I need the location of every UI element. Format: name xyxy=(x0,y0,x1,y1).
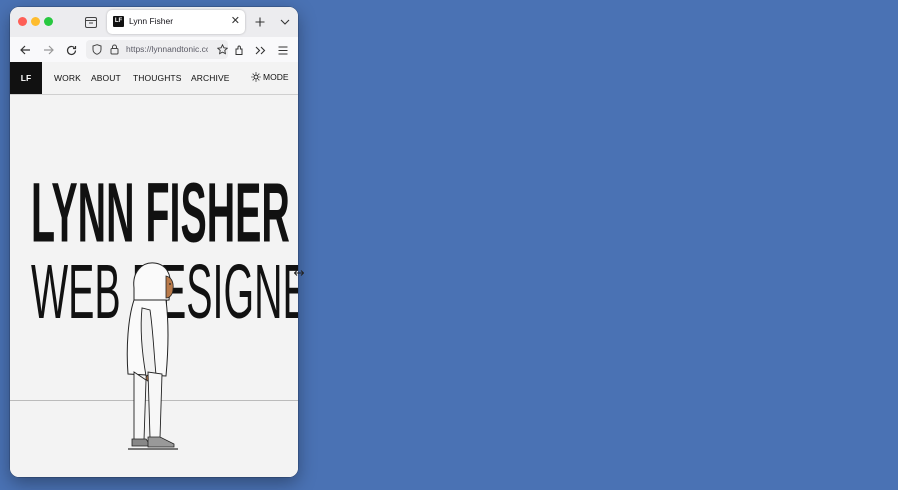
hoodie-character-illustration xyxy=(126,262,178,450)
navigation-toolbar: https://lynnandtonic.com xyxy=(10,37,298,63)
nav-thoughts[interactable]: THOUGHTS xyxy=(133,73,182,83)
url-text[interactable]: https://lynnandtonic.com xyxy=(126,44,208,54)
site-nav: LF WORK ABOUT THOUGHTS ARCHIVE MODE xyxy=(10,62,298,95)
lock-icon xyxy=(105,40,123,58)
sidebar-icon[interactable] xyxy=(82,13,100,31)
mode-label: MODE xyxy=(263,72,289,82)
tab-favicon: LF xyxy=(113,16,124,27)
browser-window: LF Lynn Fisher ✕ https://lynnandtonic.c … xyxy=(10,7,298,477)
nav-about[interactable]: ABOUT xyxy=(91,73,121,83)
resize-cursor-icon xyxy=(293,264,305,282)
nav-archive[interactable]: ARCHIVE xyxy=(191,73,230,83)
back-icon[interactable] xyxy=(16,41,34,59)
active-tab[interactable]: LF Lynn Fisher ✕ xyxy=(107,10,245,34)
close-window-button[interactable] xyxy=(18,17,27,26)
overflow-icon[interactable] xyxy=(251,41,269,59)
mode-toggle[interactable]: MODE xyxy=(251,72,289,82)
menu-icon[interactable] xyxy=(274,41,292,59)
tab-bar: LF Lynn Fisher ✕ xyxy=(10,7,298,37)
url-bar[interactable]: https://lynnandtonic.com xyxy=(86,40,228,59)
tab-title: Lynn Fisher xyxy=(129,16,174,26)
shield-icon[interactable] xyxy=(88,40,106,58)
new-tab-icon[interactable] xyxy=(251,13,269,31)
headline-name: LYNN FISHER xyxy=(31,167,290,261)
forward-icon[interactable] xyxy=(39,41,57,59)
page-viewport: LF WORK ABOUT THOUGHTS ARCHIVE MODE LYNN… xyxy=(10,62,298,477)
nav-work[interactable]: WORK xyxy=(54,73,81,83)
tab-close-icon[interactable]: ✕ xyxy=(231,14,240,28)
zoom-window-button[interactable] xyxy=(44,17,53,26)
bookmark-star-icon[interactable] xyxy=(213,40,231,58)
sun-icon xyxy=(251,72,261,82)
extensions-icon[interactable] xyxy=(230,41,248,59)
reload-icon[interactable] xyxy=(62,41,80,59)
site-logo[interactable]: LF xyxy=(10,62,42,94)
minimize-window-button[interactable] xyxy=(31,17,40,26)
tab-list-icon[interactable] xyxy=(276,13,294,31)
